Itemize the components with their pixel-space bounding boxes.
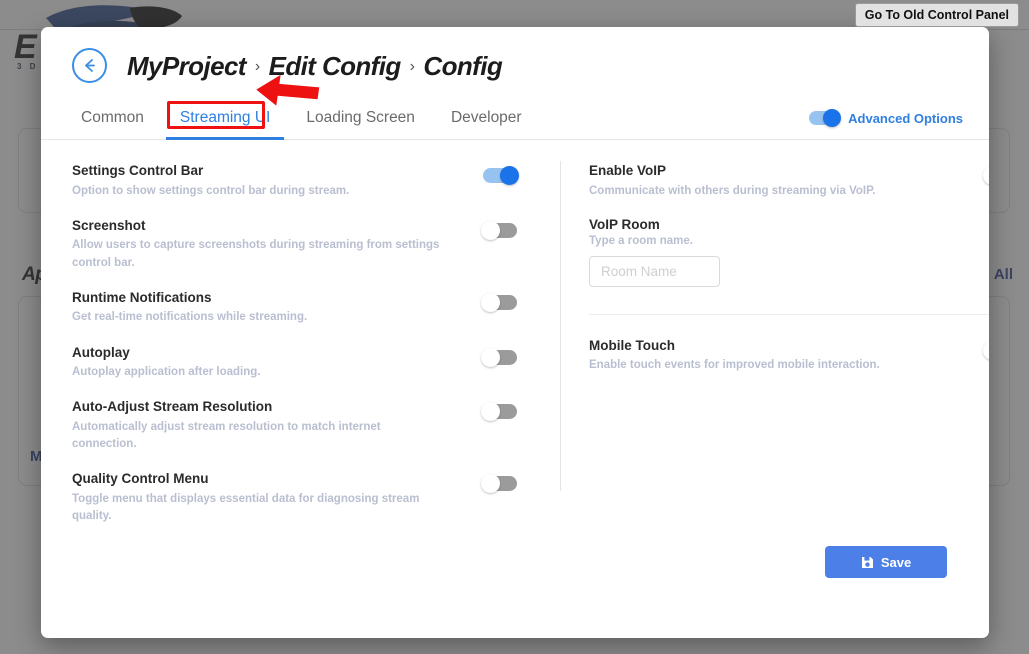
breadcrumb-separator-icon: › (255, 58, 260, 76)
breadcrumb: MyProject › Edit Config › Config (127, 48, 502, 84)
toggle-slot (483, 476, 517, 491)
auto-adjust-stream-resolution-toggle[interactable] (483, 404, 517, 419)
tab-streaming-ui[interactable]: Streaming UI (162, 96, 288, 140)
setting-description: Enable touch events for improved mobile … (589, 357, 880, 374)
toggle-knob (500, 166, 519, 185)
setting-texts: Quality Control Menu Toggle menu that di… (72, 470, 444, 525)
breadcrumb-item-config: Config (423, 51, 502, 82)
voip-room-label: VoIP Room (589, 217, 989, 232)
tab-loading-screen[interactable]: Loading Screen (288, 96, 433, 140)
save-button-label: Save (881, 555, 911, 570)
toggle-slot (483, 295, 517, 310)
breadcrumb-item-project[interactable]: MyProject (127, 51, 246, 82)
tab-common[interactable]: Common (63, 96, 162, 140)
edit-config-modal: MyProject › Edit Config › Config Common … (41, 27, 989, 638)
toggle-knob (481, 348, 500, 367)
setting-title: Runtime Notifications (72, 289, 307, 307)
back-button[interactable] (72, 48, 107, 83)
setting-description: Get real-time notifications while stream… (72, 309, 307, 326)
setting-title: Auto-Adjust Stream Resolution (72, 398, 444, 416)
setting-title: Mobile Touch (589, 337, 880, 355)
setting-texts: Auto-Adjust Stream Resolution Automatica… (72, 398, 444, 453)
advanced-options-control[interactable]: Advanced Options (809, 96, 963, 140)
arrow-left-icon (80, 56, 99, 75)
setting-texts: Mobile Touch Enable touch events for imp… (589, 337, 880, 375)
toggle-slot (483, 168, 517, 183)
setting-title: Screenshot (72, 217, 444, 235)
setting-texts: Autoplay Autoplay application after load… (72, 344, 261, 382)
voip-room-input[interactable] (589, 256, 720, 287)
modal-header: MyProject › Edit Config › Config (41, 27, 989, 96)
setting-mobile-touch: Mobile Touch Enable touch events for imp… (589, 337, 989, 375)
mobile-touch-toggle[interactable] (985, 343, 989, 358)
settings-column-left: Settings Control Bar Option to show sett… (72, 162, 517, 543)
settings-control-bar-toggle[interactable] (483, 168, 517, 183)
breadcrumb-item-edit-config[interactable]: Edit Config (269, 51, 401, 82)
autoplay-toggle[interactable] (483, 350, 517, 365)
voip-room-hint: Type a room name. (589, 235, 989, 247)
setting-enable-voip: Enable VoIP Communicate with others duri… (589, 162, 989, 200)
breadcrumb-separator-icon: › (410, 58, 415, 76)
tab-list: Common Streaming UI Loading Screen Devel… (63, 96, 540, 140)
setting-description: Option to show settings control bar duri… (72, 183, 349, 200)
setting-description: Autoplay application after loading. (72, 364, 261, 381)
setting-title: Quality Control Menu (72, 470, 444, 488)
page-root: E 3 D Ap All M Go To Old Control Panel M… (0, 0, 1029, 654)
toggle-knob (983, 166, 989, 185)
setting-title: Enable VoIP (589, 162, 876, 180)
settings-column-right: Enable VoIP Communicate with others duri… (589, 162, 989, 392)
toggle-slot (985, 168, 989, 183)
save-floppy-icon (861, 556, 874, 569)
toggle-slot (483, 223, 517, 238)
toggle-slot (483, 404, 517, 419)
setting-texts: Enable VoIP Communicate with others duri… (589, 162, 876, 200)
setting-settings-control-bar: Settings Control Bar Option to show sett… (72, 162, 517, 200)
modal-body: Settings Control Bar Option to show sett… (41, 140, 989, 638)
tabs-row: Common Streaming UI Loading Screen Devel… (41, 96, 989, 140)
toggle-knob (481, 221, 500, 240)
advanced-options-label: Advanced Options (848, 111, 963, 126)
toggle-knob (481, 293, 500, 312)
toggle-knob (983, 341, 989, 360)
setting-texts: Screenshot Allow users to capture screen… (72, 217, 444, 272)
setting-runtime-notifications: Runtime Notifications Get real-time noti… (72, 289, 517, 327)
setting-title: Settings Control Bar (72, 162, 349, 180)
enable-voip-toggle[interactable] (985, 168, 989, 183)
right-column-divider (589, 314, 989, 315)
setting-texts: Settings Control Bar Option to show sett… (72, 162, 349, 200)
setting-autoplay: Autoplay Autoplay application after load… (72, 344, 517, 382)
setting-title: Autoplay (72, 344, 261, 362)
advanced-options-toggle[interactable] (809, 111, 839, 125)
go-to-old-control-panel-button[interactable]: Go To Old Control Panel (855, 3, 1019, 27)
setting-description: Toggle menu that displays essential data… (72, 491, 444, 526)
voip-room-field-group: VoIP Room Type a room name. (589, 217, 989, 287)
setting-description: Allow users to capture screenshots durin… (72, 237, 444, 272)
tab-developer[interactable]: Developer (433, 96, 540, 140)
quality-control-menu-toggle[interactable] (483, 476, 517, 491)
runtime-notifications-toggle[interactable] (483, 295, 517, 310)
toggle-slot (483, 350, 517, 365)
modal-footer: Save (41, 546, 989, 638)
setting-quality-control-menu: Quality Control Menu Toggle menu that di… (72, 470, 517, 525)
column-divider (560, 161, 561, 491)
setting-texts: Runtime Notifications Get real-time noti… (72, 289, 307, 327)
setting-description: Automatically adjust stream resolution t… (72, 419, 444, 454)
save-button[interactable]: Save (825, 546, 947, 578)
toggle-knob (481, 402, 500, 421)
setting-screenshot: Screenshot Allow users to capture screen… (72, 217, 517, 272)
toggle-knob (823, 109, 841, 127)
toggle-knob (481, 474, 500, 493)
screenshot-toggle[interactable] (483, 223, 517, 238)
toggle-slot (985, 343, 989, 358)
setting-description: Communicate with others during streaming… (589, 183, 876, 200)
setting-auto-adjust-stream-resolution: Auto-Adjust Stream Resolution Automatica… (72, 398, 517, 453)
